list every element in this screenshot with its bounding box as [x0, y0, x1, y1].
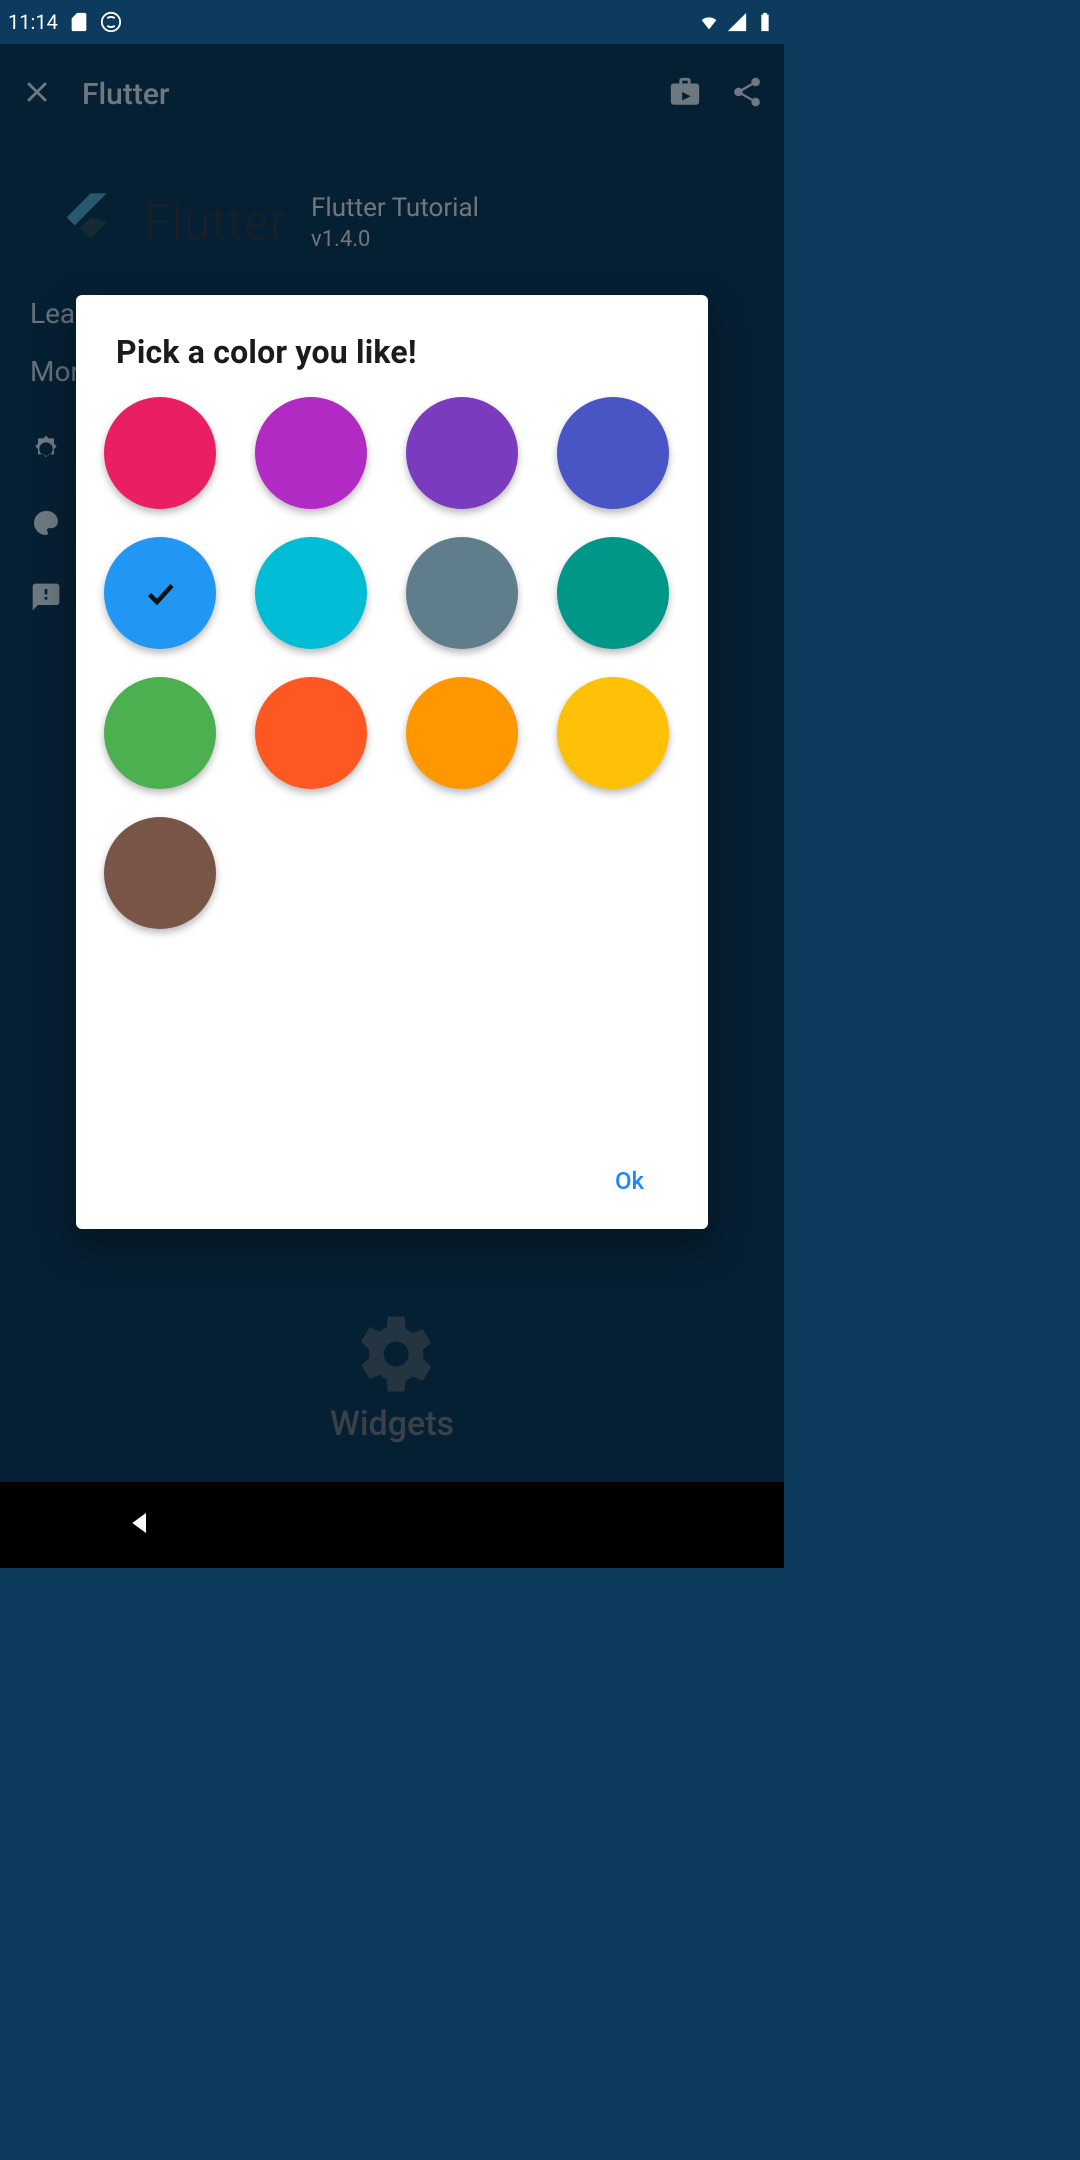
color-swatch-blue-grey[interactable]: [406, 537, 518, 649]
color-swatch-deep-purple[interactable]: [406, 397, 518, 509]
nav-back-button[interactable]: [126, 1508, 156, 1542]
color-swatch-purple[interactable]: [255, 397, 367, 509]
cell-signal-icon: [726, 11, 748, 33]
check-icon: [142, 575, 178, 611]
color-swatch-brown[interactable]: [104, 817, 216, 929]
wifi-icon: [698, 11, 720, 33]
color-swatch-teal[interactable]: [557, 537, 669, 649]
android-nav-bar: [0, 1482, 784, 1568]
color-swatch-green[interactable]: [104, 677, 216, 789]
status-time: 11:14: [8, 10, 58, 34]
battery-icon: [754, 11, 776, 33]
color-swatch-deep-orange[interactable]: [255, 677, 367, 789]
color-swatch-cyan[interactable]: [255, 537, 367, 649]
status-bar: 11:14: [0, 0, 784, 44]
color-swatch-blue[interactable]: [104, 537, 216, 649]
sd-card-icon: [68, 11, 90, 33]
sync-off-icon: [100, 11, 122, 33]
color-swatch-orange[interactable]: [406, 677, 518, 789]
dialog-title: Pick a color you like!: [116, 333, 684, 371]
color-swatch-pink[interactable]: [104, 397, 216, 509]
color-swatch-amber[interactable]: [557, 677, 669, 789]
color-picker-dialog: Pick a color you like! Ok: [76, 295, 708, 1229]
color-swatch-indigo[interactable]: [557, 397, 669, 509]
ok-button[interactable]: Ok: [595, 1153, 664, 1209]
color-grid: [100, 397, 684, 929]
